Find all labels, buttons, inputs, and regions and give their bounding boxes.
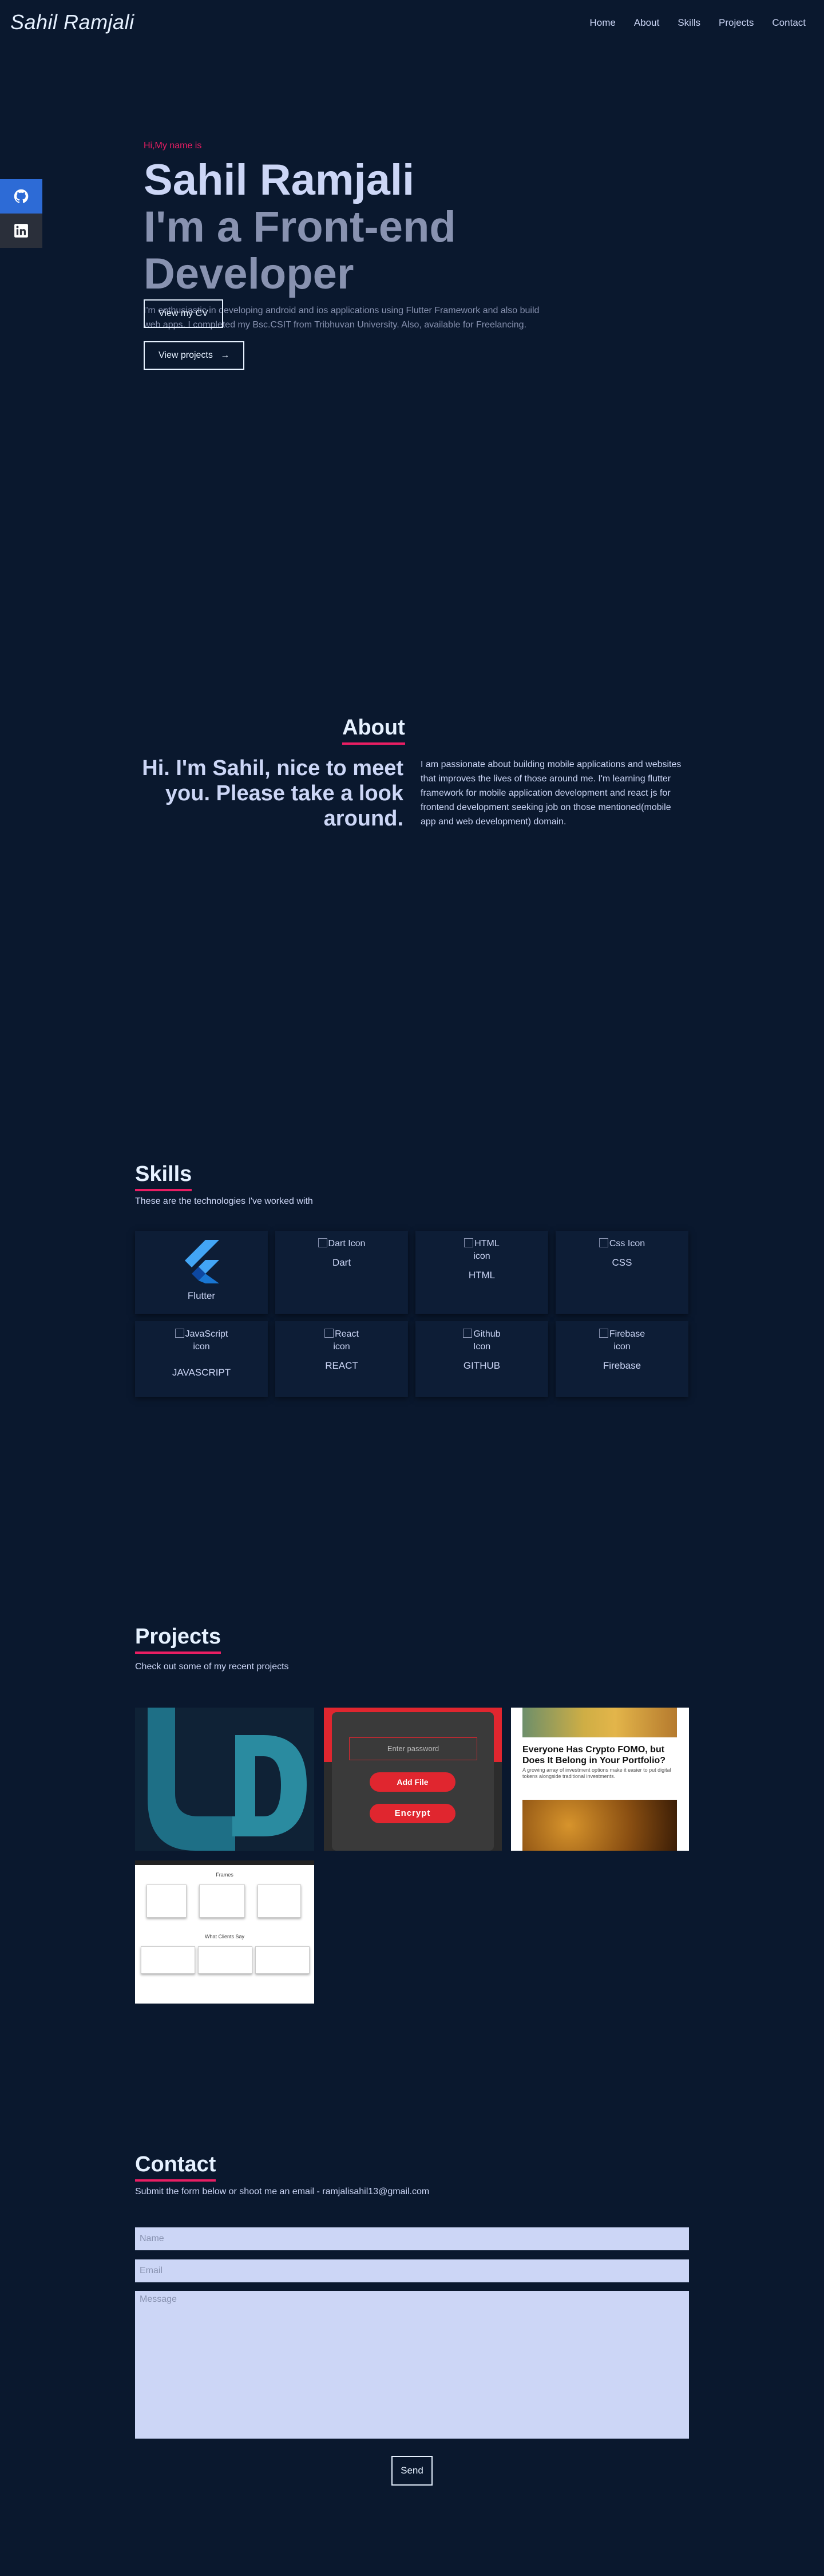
skill-card-firebase: Firebase icon Firebase [556,1321,688,1397]
skill-alt-text: Firebase icon [609,1329,645,1352]
hero-section: Hi,My name is Sahil Ramjali I'm a Front-… [144,141,659,370]
crypto-image-top [522,1708,677,1737]
skill-card-flutter: Flutter [135,1231,268,1314]
skills-title: Skills [135,1162,192,1191]
skill-label: Flutter [187,1290,216,1301]
hero-name: Sahil Ramjali [144,156,415,204]
crypto-image-bottom [522,1800,677,1851]
flutter-icon [185,1240,219,1283]
broken-image-icon [599,1329,608,1338]
project-logo-image [135,1708,314,1851]
skill-card-react: React icon REACT [275,1321,408,1397]
skill-label: GITHUB [463,1360,501,1371]
add-file-label: Add File [370,1772,455,1792]
nav-link-projects[interactable]: Projects [719,17,754,29]
view-projects-label: View projects [159,350,213,360]
nav-link-skills[interactable]: Skills [678,17,700,29]
linkedin-icon [14,224,28,238]
broken-image-icon [318,1238,327,1247]
skill-card-html: HTML icon HTML [415,1231,548,1314]
contact-title: Contact [135,2152,216,2182]
skill-label: Firebase [603,1360,641,1371]
project-card-2[interactable]: Enter password Add File Encrypt [324,1708,502,1851]
skills-grid: Flutter Dart Icon Dart HTML icon HTML Cs… [135,1231,689,1397]
skill-alt-text: React icon [333,1329,359,1352]
skills-subtitle: These are the technologies I've worked w… [135,1196,313,1206]
skill-label: HTML [468,1270,496,1281]
name-field[interactable] [135,2227,689,2250]
github-icon [14,189,29,203]
broken-image-icon [599,1238,608,1247]
projects-title: Projects [135,1625,221,1654]
projects-subtitle: Check out some of my recent projects [135,1662,289,1672]
github-link[interactable] [0,179,42,214]
skill-label: REACT [325,1360,358,1371]
about-title: About [342,716,405,745]
contact-subtitle: Submit the form below or shoot me an ema… [135,2187,430,2196]
skill-alt-text: JavaScript icon [185,1329,228,1352]
project-card-3[interactable]: Everyone Has Crypto FOMO, but Does It Be… [511,1708,689,1851]
linkedin-link[interactable] [0,214,42,248]
nav-link-about[interactable]: About [634,17,659,29]
social-sidebar [0,179,42,248]
encrypt-label: Encrypt [370,1804,455,1823]
password-placeholder: Enter password [349,1737,477,1760]
top-nav: Sahil Ramjali Home About Skills Projects… [0,0,824,46]
skill-card-css: Css Icon CSS [556,1231,688,1314]
skill-card-github: Github Icon GITHUB [415,1321,548,1397]
project-4-heading: Frames [216,1872,233,1878]
nav-link-home[interactable]: Home [590,17,616,29]
view-cv-label: View my CV [159,309,208,318]
skill-card-javascript: JavaScript icon JAVASCRIPT [135,1321,268,1397]
broken-image-icon [464,1238,474,1247]
project-3-headline: Everyone Has Crypto FOMO, but Does It Be… [522,1745,666,1765]
hero-role: I'm a Front-end Developer [144,203,456,298]
about-greeting: Hi. I'm Sahil, nice to meet you. Please … [142,756,403,831]
email-field[interactable] [135,2259,689,2282]
message-field[interactable] [135,2291,689,2439]
broken-image-icon [324,1329,334,1338]
nav-link-contact[interactable]: Contact [772,17,806,29]
broken-image-icon [463,1329,473,1338]
skill-card-dart: Dart Icon Dart [275,1231,408,1314]
skill-alt-text: Github Icon [473,1329,501,1352]
project-4-subheading: What Clients Say [204,1934,245,1939]
view-cv-button[interactable]: View my CV [144,299,223,328]
skill-alt-text: Dart Icon [328,1239,366,1249]
view-projects-button[interactable]: View projects → [144,341,245,370]
skill-alt-text: HTML icon [473,1239,500,1261]
nav-links: Home About Skills Projects Contact [590,17,806,29]
skill-label: Dart [332,1257,351,1268]
arrow-right-icon: → [220,350,230,360]
broken-image-icon [175,1329,184,1338]
hero-intro: Hi,My name is [144,141,202,151]
project-card-4[interactable]: Frames What Clients Say [135,1860,314,2004]
about-text: I am passionate about building mobile ap… [421,760,682,827]
project-3-body: A growing array of investment options ma… [522,1767,671,1779]
project-card-1[interactable] [135,1708,314,1851]
skill-alt-text: Css Icon [609,1239,645,1249]
skill-label: JAVASCRIPT [172,1367,231,1378]
site-logo[interactable]: Sahil Ramjali [10,10,134,34]
skill-label: CSS [612,1257,632,1268]
send-button[interactable]: Send [391,2456,433,2486]
